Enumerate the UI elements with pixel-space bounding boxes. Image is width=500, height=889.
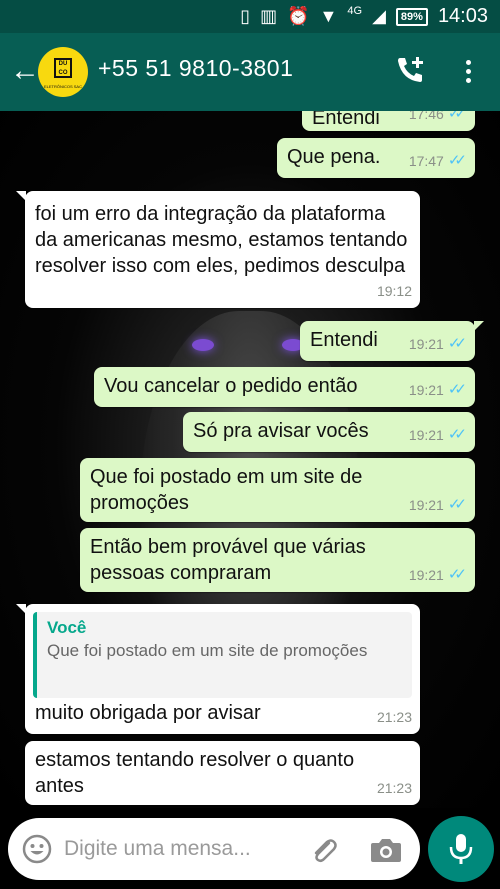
message-text: Entendi xyxy=(310,329,378,351)
message-time: 19:21 xyxy=(408,427,444,443)
compose-bar xyxy=(8,818,420,880)
read-ticks-icon: ✓✓ xyxy=(447,496,467,513)
quoted-text: Que foi postado em um site de promoções xyxy=(47,641,368,660)
message-input[interactable] xyxy=(64,832,294,866)
read-ticks-icon: ✓✓ xyxy=(447,335,467,352)
network-type: 4G xyxy=(347,4,363,17)
read-ticks-icon: ✓✓ xyxy=(447,152,467,169)
message-text: Então bem provável que várias pessoas co… xyxy=(90,536,366,584)
message-outgoing[interactable]: Entendi 19:21 ✓✓ xyxy=(300,321,484,361)
read-ticks-icon: ✓✓ xyxy=(447,381,467,398)
battery-indicator: 89% xyxy=(395,7,428,26)
alarm-icon: ⏰ xyxy=(287,6,310,26)
message-text: estamos tentando resolver o quanto antes xyxy=(35,749,355,797)
message-time: 19:12 xyxy=(376,283,412,299)
signal-icon: ◢ xyxy=(372,6,386,26)
clock: 14:03 xyxy=(437,5,488,27)
phone-icon: ▯ xyxy=(240,6,251,26)
avatar-subtext: ELETRÔNICOS SAC xyxy=(43,84,82,89)
message-text: foi um erro da integração da plataforma … xyxy=(35,203,408,277)
message-outgoing[interactable]: Que pena. 17:47 ✓✓ xyxy=(277,138,475,178)
back-arrow-icon[interactable]: ← xyxy=(10,53,40,89)
message-time: 19:21 xyxy=(408,382,444,398)
message-text: Que foi postado em um site de promoções xyxy=(90,466,363,514)
message-text: Vou cancelar o pedido então xyxy=(104,375,358,397)
message-time: 19:21 xyxy=(408,567,444,583)
message-incoming-reply[interactable]: Você Que foi postado em um site de promo… xyxy=(16,604,420,734)
read-ticks-icon: ✓✓ xyxy=(447,566,467,583)
message-time: 21:23 xyxy=(376,709,412,725)
message-outgoing[interactable]: Só pra avisar vocês 19:21 ✓✓ xyxy=(183,412,475,452)
message-text: muito obrigada por avisar xyxy=(35,702,261,724)
quoted-sender: Você xyxy=(47,618,87,637)
message-text: Entendi xyxy=(312,111,380,129)
status-bar: ▯ ▥ ⏰ ▼ 4G ◢ 89% 14:03 xyxy=(0,0,500,33)
message-time: 19:21 xyxy=(408,497,444,513)
wifi-icon: ▼ xyxy=(319,6,338,26)
quoted-message[interactable]: Você Que foi postado em um site de promo… xyxy=(33,612,412,698)
message-incoming[interactable]: estamos tentando resolver o quanto antes… xyxy=(25,741,420,805)
message-time: 19:21 xyxy=(408,336,444,352)
vibrate-icon: ▥ xyxy=(260,6,278,26)
camera-icon[interactable] xyxy=(370,836,402,864)
add-call-icon[interactable] xyxy=(394,53,428,87)
chat-header: ← DU CO ELETRÔNICOS SAC +55 51 9810-3801 xyxy=(0,33,500,111)
message-outgoing[interactable]: Entendi 17:46 ✓✓ xyxy=(302,111,475,131)
message-time: 17:46 xyxy=(408,111,444,122)
message-outgoing[interactable]: Então bem provável que várias pessoas co… xyxy=(80,528,475,592)
wallpaper-eye-left xyxy=(192,339,214,351)
avatar-logo: DU CO xyxy=(54,58,72,78)
read-ticks-icon: ✓✓ xyxy=(447,426,467,443)
contact-name[interactable]: +55 51 9810-3801 xyxy=(98,55,293,82)
message-time: 17:47 xyxy=(408,153,444,169)
read-ticks-icon: ✓✓ xyxy=(447,111,467,122)
emoji-icon[interactable] xyxy=(22,834,52,864)
mic-button[interactable] xyxy=(428,816,494,882)
message-text: Só pra avisar vocês xyxy=(193,420,369,442)
more-menu-icon[interactable] xyxy=(458,57,478,87)
mic-icon xyxy=(449,834,473,864)
message-outgoing[interactable]: Vou cancelar o pedido então 19:21 ✓✓ xyxy=(94,367,475,407)
message-outgoing[interactable]: Que foi postado em um site de promoções … xyxy=(80,458,475,522)
message-time: 21:23 xyxy=(376,780,412,796)
message-incoming[interactable]: foi um erro da integração da plataforma … xyxy=(16,191,420,308)
message-text: Que pena. xyxy=(287,146,381,168)
chat-area[interactable]: Entendi 17:46 ✓✓ Que pena. 17:47 ✓✓ foi um… xyxy=(0,111,500,808)
avatar[interactable]: DU CO ELETRÔNICOS SAC xyxy=(38,47,88,97)
attach-clip-icon[interactable] xyxy=(308,834,340,866)
